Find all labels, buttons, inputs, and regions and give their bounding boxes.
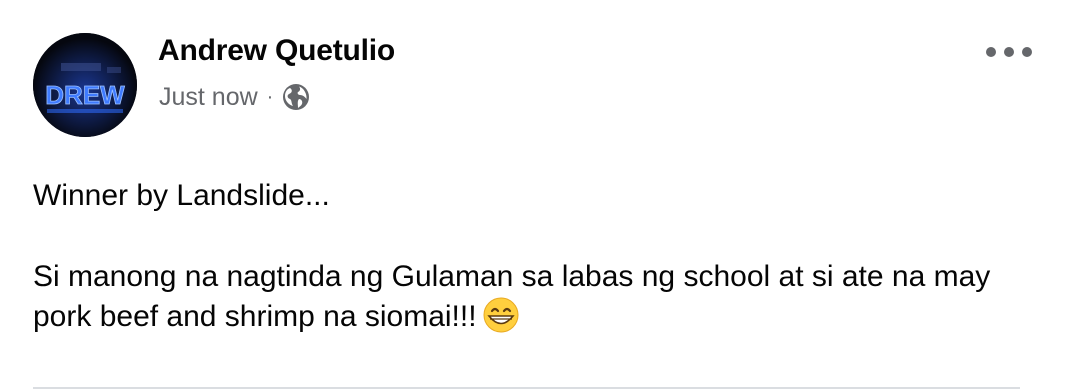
timestamp[interactable]: Just now xyxy=(159,83,258,112)
divider xyxy=(33,387,1020,389)
more-dot xyxy=(986,47,996,57)
post-card: DREW Andrew Quetulio Just now · Winner b… xyxy=(0,0,1080,390)
more-dot xyxy=(1004,47,1014,57)
post-meta: Just now · xyxy=(159,82,311,112)
meta-separator: · xyxy=(266,85,274,108)
post-text-line: Winner by Landslide... xyxy=(33,179,330,212)
globe-icon[interactable] xyxy=(281,82,311,112)
post-text: Winner by Landslide... Si manong na nagt… xyxy=(33,176,1043,337)
avatar-logo-text: DREW xyxy=(45,80,125,110)
more-dot xyxy=(1022,47,1032,57)
author-name[interactable]: Andrew Quetulio xyxy=(158,34,395,68)
more-options-icon[interactable] xyxy=(986,40,1032,64)
post-text-paragraph: Si manong na nagtinda ng Gulaman sa laba… xyxy=(33,257,1043,337)
avatar[interactable]: DREW xyxy=(33,33,137,137)
grinning-face-icon xyxy=(481,297,521,333)
avatar-image: DREW xyxy=(33,33,137,137)
